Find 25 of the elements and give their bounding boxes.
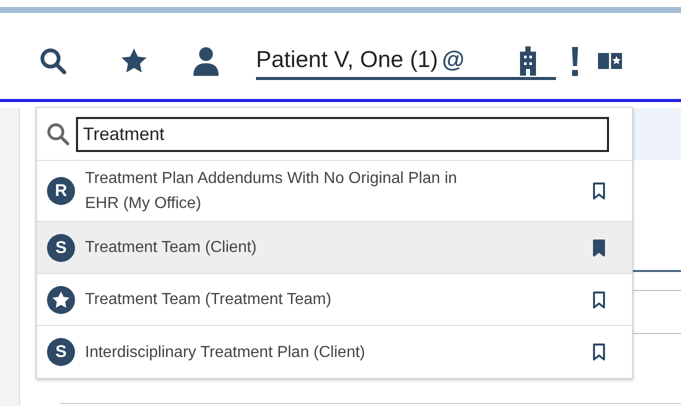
bookmark-icon[interactable] xyxy=(592,238,606,256)
result-item[interactable]: Treatment Team (Treatment Team) xyxy=(37,274,632,326)
user-icon[interactable] xyxy=(192,45,220,77)
search-field[interactable]: Treatment xyxy=(76,116,609,152)
letter-badge: S xyxy=(47,234,75,262)
result-label: Treatment Plan Addendums With No Original Plan in EHR (My Office) xyxy=(85,169,458,214)
result-label: Treatment Team (Client) xyxy=(85,238,258,258)
letter-badge: S xyxy=(47,338,75,366)
bookmark-icon[interactable] xyxy=(592,343,606,361)
result-item[interactable]: S Treatment Team (Client) xyxy=(37,222,632,274)
letter-badge: R xyxy=(47,177,75,205)
header-panel xyxy=(633,108,681,160)
bookmark-icon[interactable] xyxy=(592,290,606,308)
result-item[interactable]: S Interdisciplinary Treatment Plan (Client) xyxy=(37,326,632,378)
result-label: Treatment Team (Treatment Team) xyxy=(85,290,332,310)
alert-icon[interactable] xyxy=(570,45,580,77)
patient-name[interactable]: Patient V, One (1) xyxy=(256,42,438,76)
search-icon xyxy=(45,121,71,147)
label-icon[interactable] xyxy=(598,53,622,69)
star-badge-icon xyxy=(47,286,75,314)
search-icon[interactable] xyxy=(38,46,68,76)
bookmark-icon[interactable] xyxy=(592,182,606,200)
result-item[interactable]: R Treatment Plan Addendums With No Original Plan in EHR (My Office) xyxy=(37,161,632,222)
result-label: Interdisciplinary Treatment Plan (Client) xyxy=(85,342,366,362)
at-sign: @ xyxy=(442,44,464,74)
